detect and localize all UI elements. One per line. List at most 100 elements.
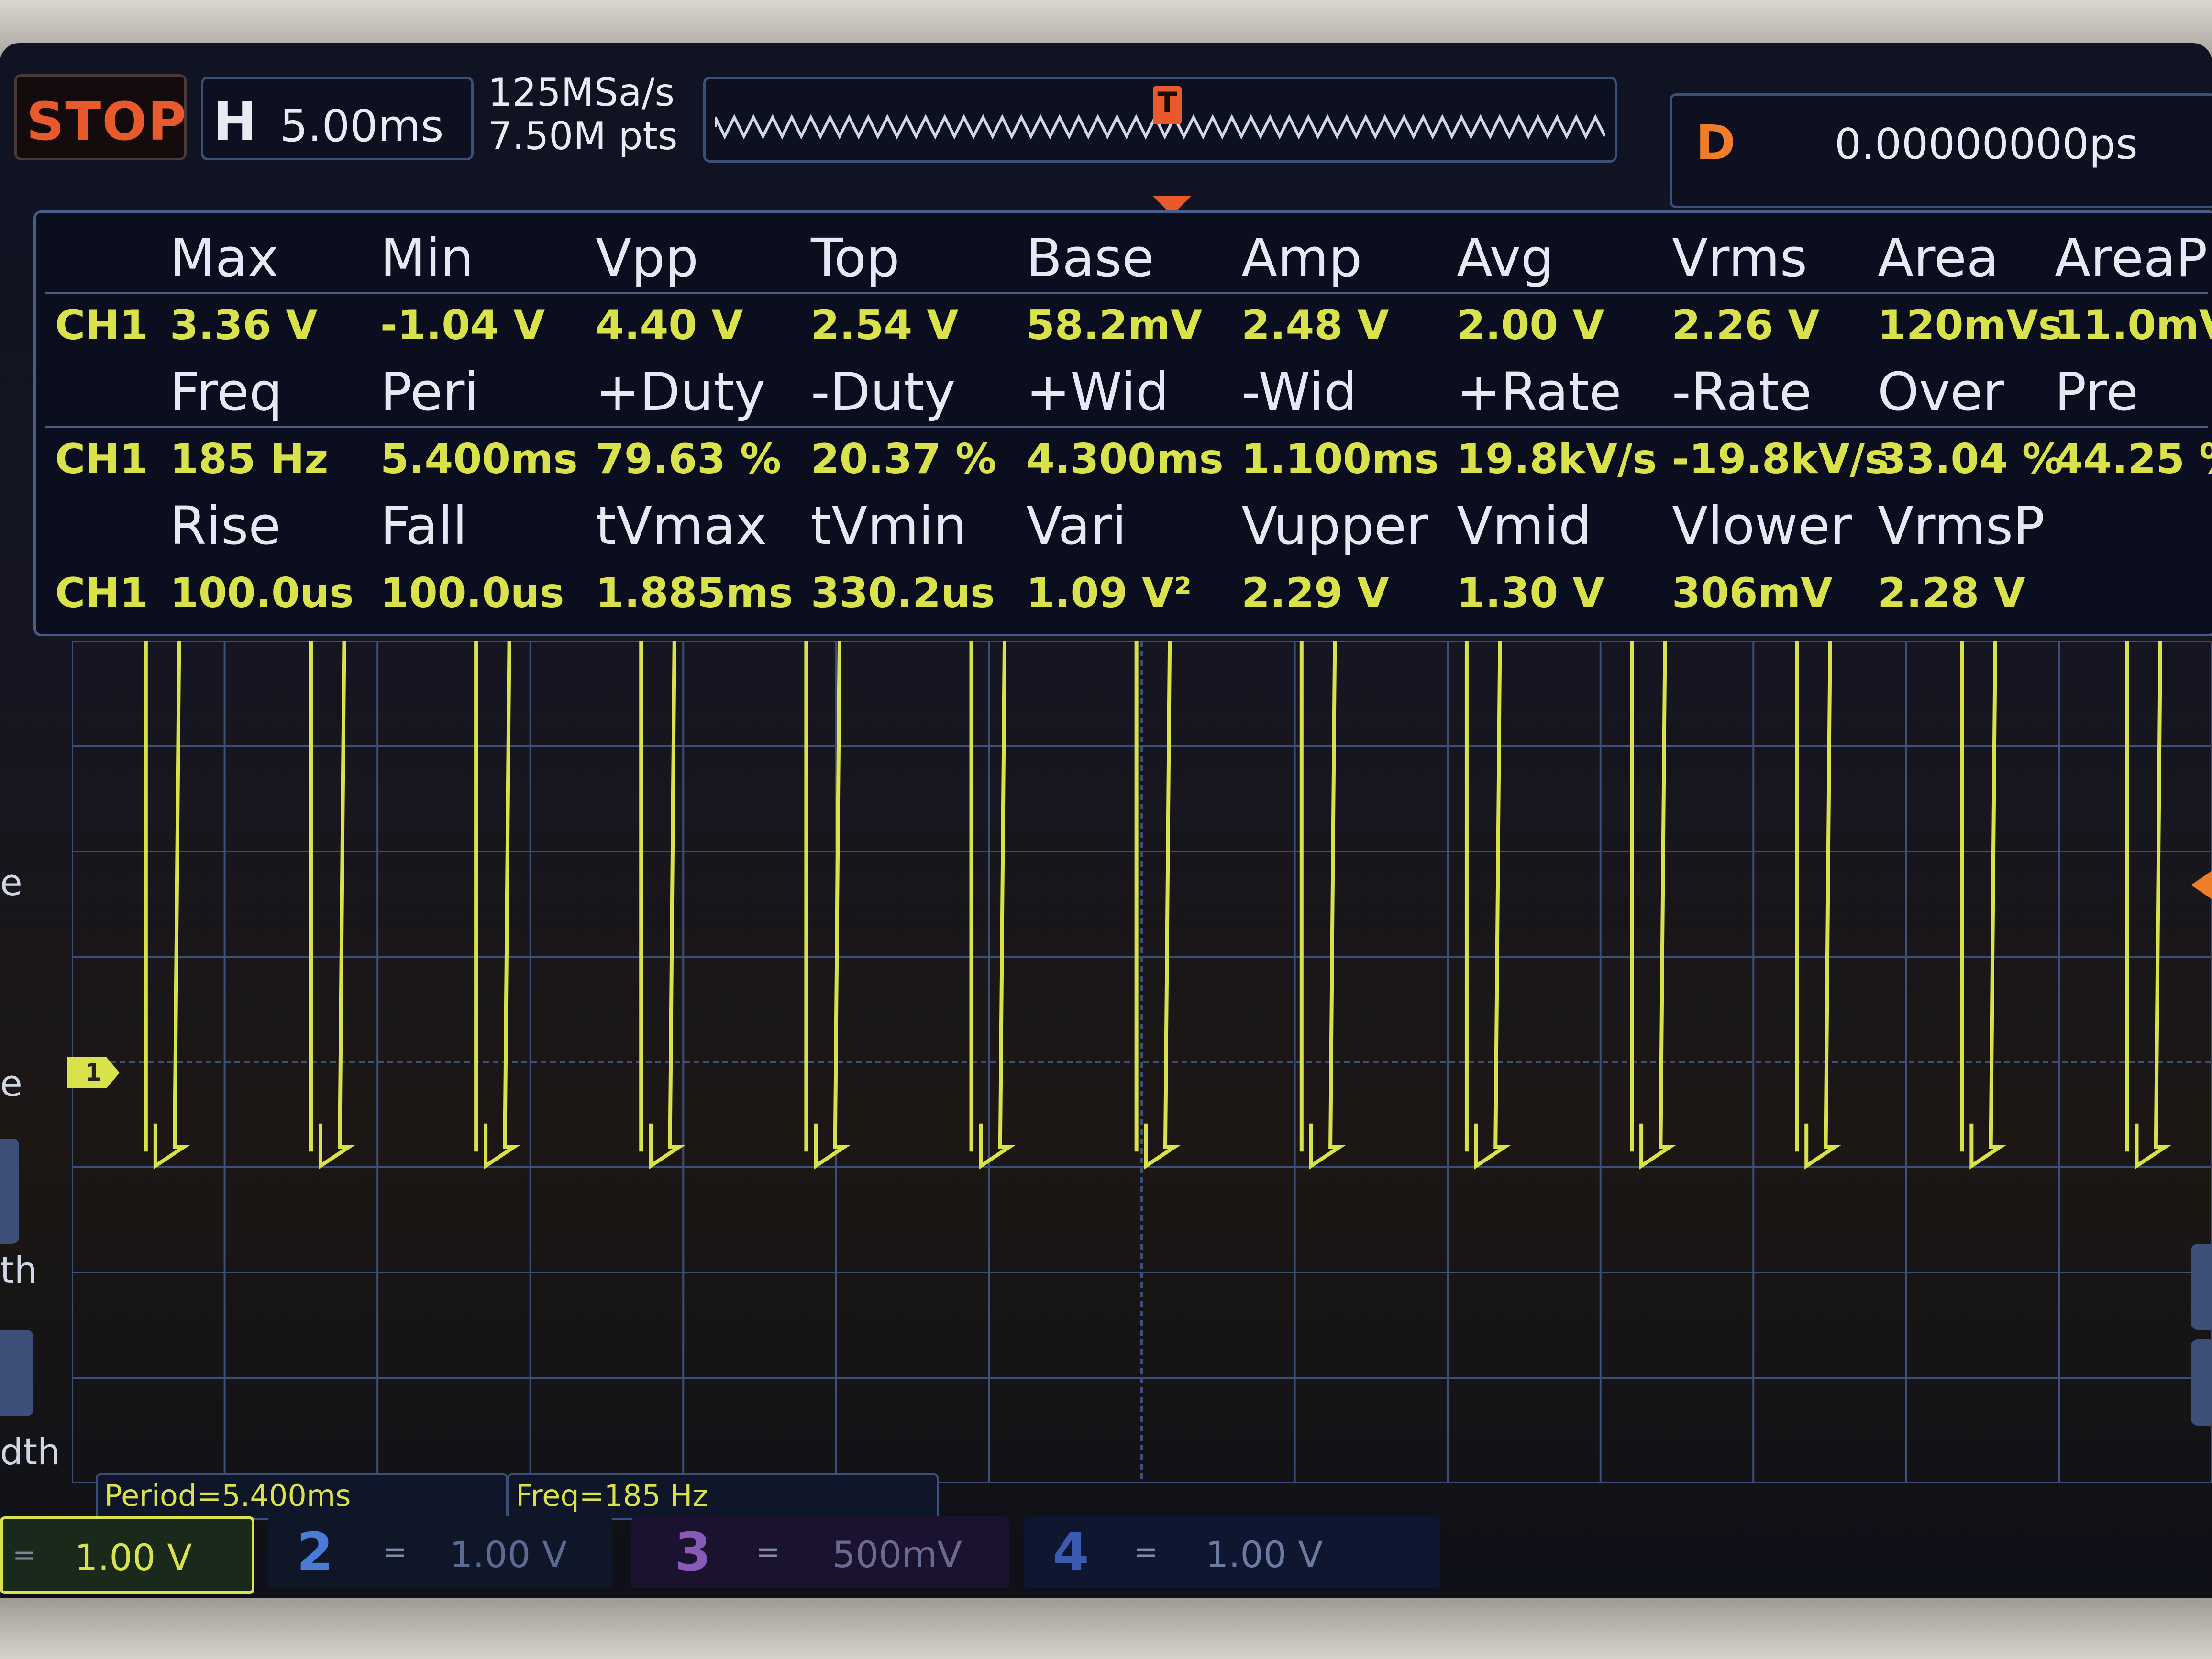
measurement-value: 330.2us — [811, 569, 995, 617]
measurement-channel-label: CH1 — [55, 569, 148, 617]
side-menu-fragment[interactable]: e — [0, 1062, 22, 1105]
measurement-label: Fall — [380, 495, 467, 556]
measurement-row-divider — [45, 426, 2208, 428]
measurement-value: 1.30 V — [1457, 569, 1604, 617]
trigger-level-arrow-icon[interactable] — [2191, 871, 2212, 899]
measurement-label: Vrms — [1672, 227, 1808, 288]
horizontal-timebase-box[interactable]: H 5.00ms — [201, 77, 474, 160]
channel-1-status[interactable]: = 1.00 V — [0, 1516, 254, 1594]
measurement-value: 1.885ms — [596, 569, 793, 617]
measurement-value: 2.26 V — [1672, 301, 1820, 349]
ch2-number: 2 — [297, 1521, 333, 1582]
measurement-value: -1.04 V — [380, 301, 545, 349]
measurement-label: Base — [1026, 227, 1154, 288]
right-menu-tab[interactable] — [2191, 1244, 2212, 1330]
ch4-number: 4 — [1052, 1521, 1089, 1582]
measurement-label: tVmax — [596, 495, 767, 556]
measurement-label: Vari — [1026, 495, 1127, 556]
measurement-value: 4.40 V — [596, 301, 743, 349]
memory-depth: 7.50M pts — [488, 114, 678, 158]
measurement-label: -Duty — [811, 361, 956, 422]
measurement-value: 2.28 V — [1878, 569, 2025, 617]
measurement-label: Vlower — [1672, 495, 1852, 556]
measurement-value: 306mV — [1672, 569, 1833, 617]
measurement-value: 2.29 V — [1241, 569, 1389, 617]
bezel-bottom — [0, 1598, 2212, 1659]
measurement-label: Vpp — [596, 227, 698, 288]
horizontal-letter: H — [213, 91, 257, 152]
measurement-label: Peri — [380, 361, 479, 422]
measurement-value: 19.8kV/s — [1457, 435, 1657, 483]
measurement-value: 1.100ms — [1241, 435, 1439, 483]
measurement-value: 3.36 V — [170, 301, 318, 349]
measurement-value: 33.04 % — [1878, 435, 2064, 483]
measurement-label: Amp — [1241, 227, 1362, 288]
measurement-value: 2.54 V — [811, 301, 959, 349]
measurement-label: Freq — [170, 361, 283, 422]
measurement-value: 5.400ms — [380, 435, 578, 483]
ch1-scale: 1.00 V — [75, 1536, 192, 1579]
measurement-label: Rise — [170, 495, 281, 556]
side-menu-tab[interactable] — [0, 1139, 19, 1244]
measurement-value: 11.0mVs — [2055, 301, 2212, 349]
ch1-coupling-icon: = — [12, 1538, 37, 1572]
delay-box[interactable]: D 0.00000000ps — [1670, 93, 2212, 208]
measurement-label: Min — [380, 227, 474, 288]
waveform-area[interactable] — [72, 641, 2212, 1483]
channel-3-status[interactable]: 3 = 500mV — [631, 1516, 1009, 1588]
measurement-label: tVmin — [811, 495, 967, 556]
measurement-value: 44.25 % — [2055, 435, 2212, 483]
measurement-value: -19.8kV/s — [1672, 435, 1890, 483]
measurement-label: Vupper — [1241, 495, 1428, 556]
measurement-label: -Rate — [1672, 361, 1812, 422]
delay-value: 0.00000000ps — [1835, 120, 2138, 169]
measurement-value: 100.0us — [170, 569, 354, 617]
waveform-graticule — [72, 641, 2212, 1483]
channel-4-status[interactable]: 4 = 1.00 V — [1024, 1516, 1440, 1588]
measurement-value: 58.2mV — [1026, 301, 1203, 349]
measurement-label: AreaP — [2055, 227, 2208, 288]
channel-2-status[interactable]: 2 = 1.00 V — [268, 1516, 612, 1588]
measurement-value: 185 Hz — [170, 435, 329, 483]
measurement-value: 20.37 % — [811, 435, 997, 483]
run-stop-indicator[interactable]: STOP — [14, 74, 187, 160]
timebase-value: 5.00ms — [280, 100, 444, 152]
measurement-label: Top — [811, 227, 900, 288]
ch2-scale: 1.00 V — [450, 1533, 567, 1576]
measurement-label: +Wid — [1026, 361, 1169, 422]
period-readout: Period=5.400ms — [96, 1473, 508, 1520]
measurement-label: Max — [170, 227, 279, 288]
measurement-label: -Wid — [1241, 361, 1357, 422]
side-menu-fragment[interactable]: dth — [0, 1430, 60, 1473]
right-menu-tab[interactable] — [2191, 1339, 2212, 1426]
measurement-value: 120mVs — [1878, 301, 2063, 349]
measurement-value: 1.09 V² — [1026, 569, 1192, 617]
measurement-label: Avg — [1457, 227, 1554, 288]
ch4-scale: 1.00 V — [1206, 1533, 1323, 1576]
measurement-value: 2.48 V — [1241, 301, 1389, 349]
measurement-panel: Max Min Vpp Top Base Amp Avg Vrms Area AreaP CH1 3.… — [33, 210, 2212, 636]
measurement-label: Pre — [2055, 361, 2138, 422]
trigger-position-marker[interactable]: T — [1153, 86, 1182, 124]
measurement-channel-label: CH1 — [55, 435, 148, 483]
measurement-value: 79.63 % — [596, 435, 782, 483]
ch2-coupling-icon: = — [383, 1536, 407, 1569]
sample-rate: 125MSa/s — [488, 70, 675, 115]
measurement-label: Area — [1878, 227, 1999, 288]
measurement-label: +Duty — [596, 361, 765, 422]
delay-letter: D — [1696, 115, 1736, 171]
side-menu-fragment[interactable]: th — [0, 1249, 37, 1291]
ch3-scale: 500mV — [832, 1533, 962, 1576]
ch4-coupling-icon: = — [1134, 1536, 1158, 1569]
measurement-label: Over — [1878, 361, 2004, 422]
measurement-label: +Rate — [1457, 361, 1622, 422]
ch3-number: 3 — [675, 1521, 711, 1582]
measurement-label: Vmid — [1457, 495, 1592, 556]
measurement-value: 4.300ms — [1026, 435, 1224, 483]
freq-readout: Freq=185 Hz — [507, 1473, 939, 1520]
measurement-channel-label: CH1 — [55, 301, 148, 349]
side-menu-fragment[interactable]: e — [0, 861, 22, 904]
measurement-value: 100.0us — [380, 569, 564, 617]
side-menu-tab[interactable] — [0, 1330, 33, 1416]
measurement-row-divider — [45, 292, 2208, 294]
